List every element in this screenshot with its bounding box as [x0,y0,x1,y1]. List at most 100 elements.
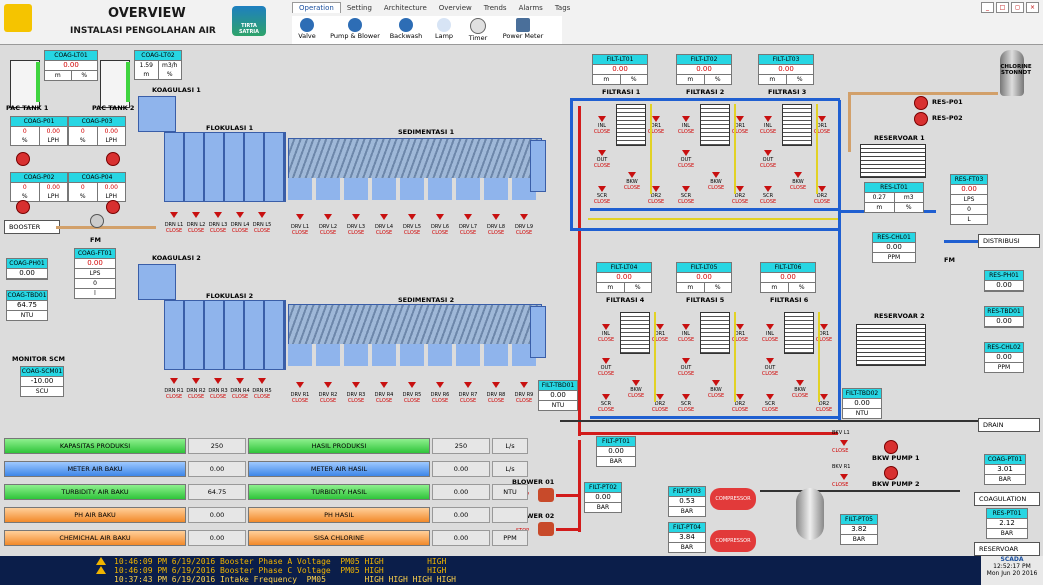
filt-pt03-tag[interactable]: FILT-PT03 0.53 BAR [668,486,706,517]
filter-valve[interactable] [656,324,664,330]
alarm-row[interactable]: 10:46:09 PM 6/19/2016 Booster Phase A Vo… [114,557,446,566]
coag-p03-tag[interactable]: COAG-P03 0 0.00 % LPH [68,116,126,146]
filter-valve[interactable] [598,116,606,122]
res-chl01-tag[interactable]: RES-CHL01 0.00 PPM [872,232,916,263]
res-pt01-tag[interactable]: RES-PT01 2.12 BAR [986,508,1028,539]
filter-valve[interactable] [682,186,690,192]
filter-valve[interactable] [602,324,610,330]
filter-valve[interactable] [628,172,636,178]
window-minimize-button[interactable]: _ [981,2,994,13]
filt-pt02-tag[interactable]: FILT-PT02 0.00 BAR [584,482,622,513]
filter-valve[interactable] [764,116,772,122]
res-chl02-tag[interactable]: RES-CHL02 0.00 PPM [984,342,1024,373]
drain-valve[interactable] [258,378,266,384]
koagulasi-2-tank[interactable] [138,264,176,300]
filter-valve[interactable] [764,186,772,192]
filter-valve[interactable] [598,150,606,156]
drain-valve[interactable] [436,214,444,220]
filter-valve[interactable] [656,394,664,400]
drain-valve[interactable] [192,378,200,384]
res-ft03-tag[interactable]: RES-FT03 0.00 LPS 0 L [950,174,988,225]
compressor-2[interactable]: COMPRESSOR [710,530,756,552]
bkv-r1-valve[interactable] [840,474,848,480]
blower-01[interactable] [538,488,554,502]
flokulasi-1-tank[interactable] [164,132,286,202]
tab-tags[interactable]: Tags [549,3,577,13]
window-maximize-button[interactable]: □ [996,2,1009,13]
res-p01-pump[interactable] [914,96,928,110]
tab-alarms[interactable]: Alarms [513,3,549,13]
filter-tank[interactable] [616,104,646,146]
koagulasi-1-tank[interactable] [138,96,176,132]
filter-valve[interactable] [652,116,660,122]
lamp-tool-button[interactable]: Lamp [432,18,456,40]
filter-valve[interactable] [766,394,774,400]
drain-valve[interactable] [380,214,388,220]
filter-level-tag[interactable]: FILT-LT03 0.00 m% [758,54,814,85]
coag-tbd01-tag[interactable]: COAG-TBD01 64.75 NTU [6,290,48,321]
filter-tank[interactable] [784,312,814,354]
coag-ph01-tag[interactable]: COAG-PH01 0.00 [6,258,48,280]
filter-valve[interactable] [736,116,744,122]
filt-tbd02-tag[interactable]: FILT-TBD02 0.00 NTU [842,388,882,419]
drain-valve[interactable] [492,214,500,220]
tab-architecture[interactable]: Architecture [378,3,433,13]
filter-valve[interactable] [598,186,606,192]
filter-valve[interactable] [736,186,744,192]
blower-02[interactable] [538,522,554,536]
bkw-pump-1[interactable] [884,440,898,454]
filter-valve[interactable] [652,186,660,192]
filter-valve[interactable] [820,324,828,330]
filt-tbd01-tag[interactable]: FILT-TBD01 0.00 NTU [538,380,578,411]
drain-valve[interactable] [214,212,222,218]
filter-valve[interactable] [766,358,774,364]
drain-valve[interactable] [324,382,332,388]
drain-valve[interactable] [408,382,416,388]
drain-valve[interactable] [170,212,178,218]
res-ph01-tag[interactable]: RES-PH01 0.00 [984,270,1024,292]
drain-valve[interactable] [236,378,244,384]
coag-scm01-tag[interactable]: COAG-SCM01 -10.00 SCU [20,366,64,397]
coag-pt01-tag[interactable]: COAG-PT01 3.01 BAR [984,454,1026,485]
filter-valve[interactable] [764,150,772,156]
filter-valve[interactable] [682,116,690,122]
coag-pump-p02[interactable] [16,200,30,214]
filter-level-tag[interactable]: FILT-LT06 0.00 m% [760,262,816,293]
tab-overview[interactable]: Overview [433,3,478,13]
filter-valve[interactable] [602,358,610,364]
pump-blower-tool-button[interactable]: Pump & Blower [330,18,380,40]
alarm-row[interactable]: 10:37:43 PM 6/19/2016 Intake Frequency P… [114,575,456,584]
filter-valve[interactable] [766,324,774,330]
power-meter-tool-button[interactable]: Power Meter [502,18,544,40]
filter-tank[interactable] [620,312,650,354]
filter-valve[interactable] [736,324,744,330]
air-receiver-tank[interactable] [796,488,824,540]
coag-pump-p04[interactable] [106,200,120,214]
coag-lt02-tag[interactable]: COAG-LT02 1.59 m3/h m% [134,50,182,80]
coag-p04-tag[interactable]: COAG-P04 0 0.00 % LPH [68,172,126,202]
filter-valve[interactable] [796,380,804,386]
drain-valve[interactable] [520,214,528,220]
drain-valve[interactable] [380,382,388,388]
filt-pt05-tag[interactable]: FILT-PT05 3.82 BAR [840,514,878,545]
tab-trends[interactable]: Trends [478,3,513,13]
drain-valve[interactable] [214,378,222,384]
drain-valve[interactable] [520,382,528,388]
filter-level-tag[interactable]: FILT-LT01 0.00 m% [592,54,648,85]
coag-ft01-tag[interactable]: COAG-FT01 0.00 LPS 0 l [74,248,116,299]
filter-valve[interactable] [632,380,640,386]
coag-pump-p01[interactable] [16,152,30,166]
filter-valve[interactable] [682,394,690,400]
drain-valve[interactable] [352,382,360,388]
filter-tank[interactable] [782,104,812,146]
res-p02-pump[interactable] [914,112,928,126]
bkw-pump-2[interactable] [884,466,898,480]
coag-p02-tag[interactable]: COAG-P02 0 0.00 % LPH [10,172,68,202]
filter-tank[interactable] [700,312,730,354]
filt-pt01-tag[interactable]: FILT-PT01 0.00 BAR [596,436,636,467]
filter-level-tag[interactable]: FILT-LT04 0.00 m% [596,262,652,293]
alarm-row[interactable]: 10:46:09 PM 6/19/2016 Booster Phase C Vo… [114,566,446,575]
backwash-tool-button[interactable]: Backwash [388,18,424,40]
drain-valve[interactable] [436,382,444,388]
coag-pump-p03[interactable] [106,152,120,166]
